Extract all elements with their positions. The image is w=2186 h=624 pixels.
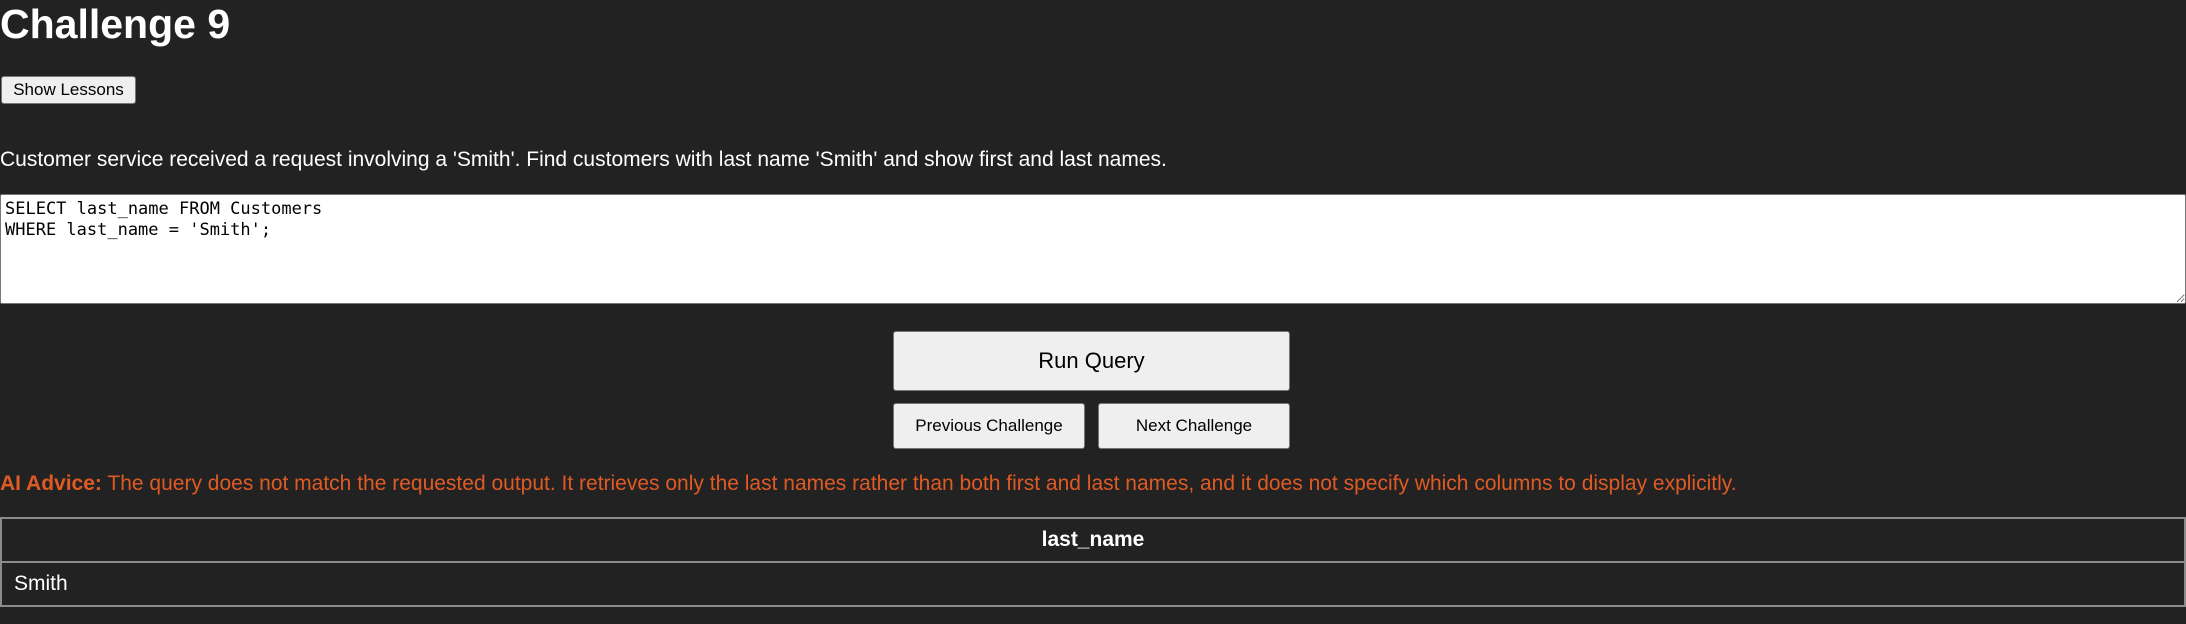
previous-challenge-button[interactable]: Previous Challenge xyxy=(893,403,1085,449)
ai-advice-label: AI Advice: xyxy=(0,472,102,495)
table-header-row: last_name xyxy=(0,517,2186,563)
ai-advice-text: The query does not match the requested o… xyxy=(107,472,1737,495)
challenge-page: Challenge 9 Show Lessons Customer servic… xyxy=(0,0,2186,624)
next-challenge-button[interactable]: Next Challenge xyxy=(1098,403,1290,449)
results-table: last_name Smith xyxy=(0,517,2186,607)
table-cell: Smith xyxy=(0,561,2186,607)
show-lessons-button[interactable]: Show Lessons xyxy=(1,76,136,104)
sql-query-editor[interactable]: SELECT last_name FROM Customers WHERE la… xyxy=(0,194,2186,304)
ai-advice: AI Advice: The query does not match the … xyxy=(0,470,1737,498)
column-header-last-name: last_name xyxy=(0,517,2186,563)
table-row: Smith xyxy=(0,561,2186,607)
challenge-prompt: Customer service received a request invo… xyxy=(0,148,1167,171)
run-query-button[interactable]: Run Query xyxy=(893,331,1290,391)
page-title: Challenge 9 xyxy=(0,1,231,47)
